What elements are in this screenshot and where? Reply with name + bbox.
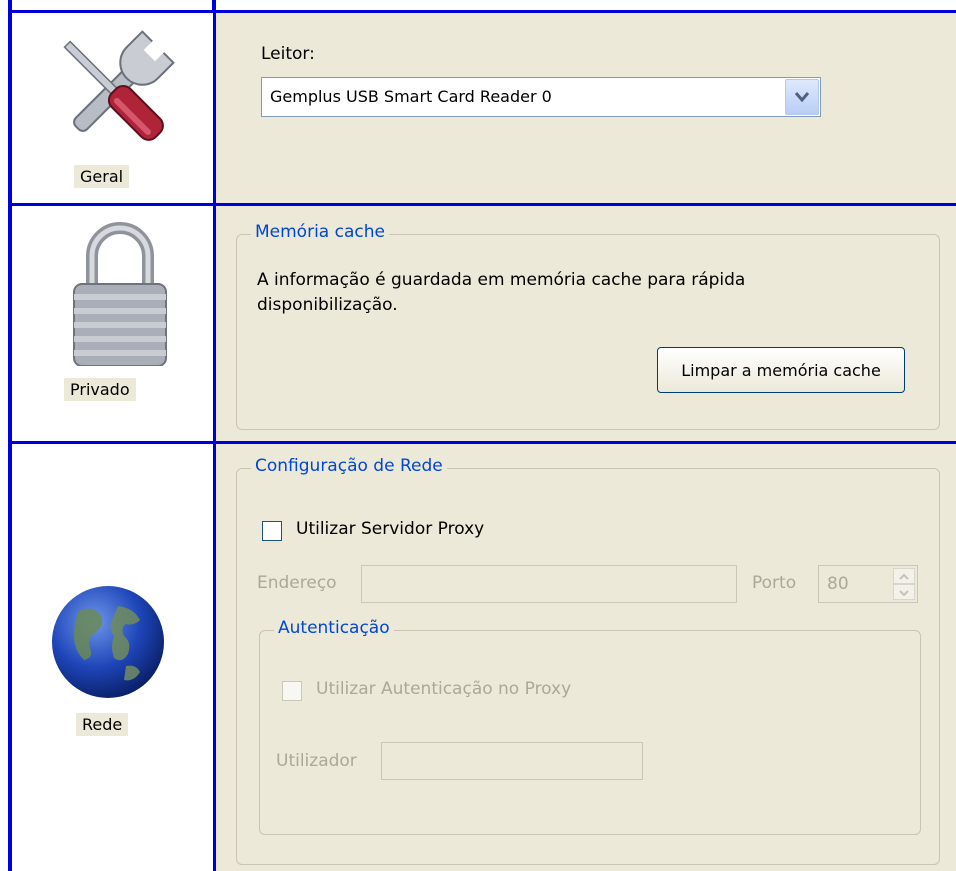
- reader-label: Leitor:: [261, 44, 315, 64]
- clear-cache-button[interactable]: Limpar a memória cache: [657, 347, 905, 393]
- port-label: Porto: [752, 573, 797, 593]
- cache-groupbox: Memória cache: [236, 222, 940, 430]
- globe-icon: [52, 586, 164, 698]
- use-proxy-label: Utilizar Servidor Proxy: [296, 519, 485, 539]
- use-proxy-checkbox[interactable]: [262, 521, 282, 541]
- cache-group-title: Memória cache: [251, 222, 389, 242]
- chevron-down-icon: [899, 590, 909, 597]
- tools-icon: [63, 30, 175, 141]
- chevron-down-icon: [794, 92, 810, 103]
- use-auth-checkbox[interactable]: [282, 681, 302, 701]
- port-increment-button[interactable]: [893, 568, 915, 584]
- port-decrement-button[interactable]: [893, 584, 915, 600]
- cache-description-line2: disponibilização.: [257, 295, 398, 315]
- sidebar-item-geral[interactable]: Geral: [12, 13, 213, 203]
- use-auth-label: Utilizar Autenticação no Proxy: [316, 679, 572, 699]
- reader-select-value: Gemplus USB Smart Card Reader 0: [270, 87, 552, 106]
- sidebar-item-label: Rede: [76, 713, 129, 736]
- user-label: Utilizador: [276, 751, 357, 771]
- select-dropdown-button[interactable]: [785, 79, 819, 115]
- port-spinner-value: 80: [827, 574, 849, 594]
- network-group-title: Configuração de Rede: [251, 456, 447, 476]
- auth-groupbox: Autenticação: [259, 618, 921, 835]
- sidebar-item-privado[interactable]: Privado: [12, 206, 213, 441]
- auth-group-title: Autenticação: [274, 618, 394, 638]
- address-input[interactable]: [361, 565, 737, 603]
- cache-description-line1: A informação é guardada em memória cache…: [257, 270, 746, 290]
- sidebar-item-label: Privado: [64, 378, 136, 401]
- padlock-icon: [73, 222, 167, 366]
- user-input[interactable]: [381, 742, 643, 780]
- sidebar-item-label: Geral: [74, 165, 130, 188]
- port-spinner[interactable]: 80: [818, 565, 918, 603]
- address-label: Endereço: [257, 573, 337, 593]
- sidebar-item-rede[interactable]: Rede: [12, 444, 213, 871]
- chevron-up-icon: [899, 573, 909, 580]
- reader-select[interactable]: Gemplus USB Smart Card Reader 0: [261, 77, 821, 117]
